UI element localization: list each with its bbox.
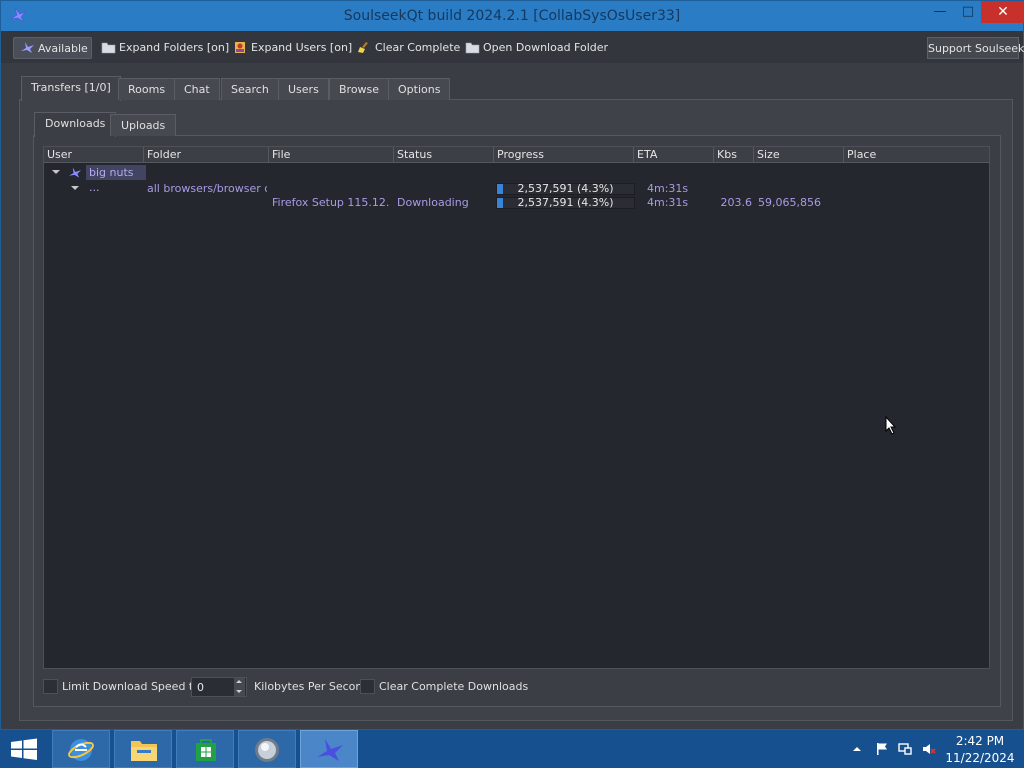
- tab-search[interactable]: Search: [221, 78, 279, 100]
- mouse-cursor-icon: [885, 416, 897, 435]
- folder-eta: 4m:31s: [647, 182, 689, 195]
- tab-rooms[interactable]: Rooms: [118, 78, 176, 100]
- clear-complete-button[interactable]: Clear Complete: [357, 37, 460, 59]
- speed-limit-spinbox[interactable]: 0: [191, 677, 247, 697]
- limit-speed-label: Limit Download Speed to: [62, 680, 200, 693]
- tab-chat[interactable]: Chat: [174, 78, 220, 100]
- file-eta: 4m:31s: [647, 196, 689, 209]
- user-name[interactable]: big nuts ...: [86, 165, 146, 194]
- taskbar-media[interactable]: [238, 730, 296, 768]
- file-kbs: 203.6: [720, 196, 753, 209]
- tab-downloads[interactable]: Downloads: [34, 112, 117, 137]
- users-icon: [235, 42, 245, 53]
- close-button[interactable]: ✕: [981, 1, 1024, 23]
- toolbar: Available Expand Folders [on] Expand Use…: [1, 31, 1024, 63]
- progress-label: 2,537,591 (4.3%): [517, 182, 614, 195]
- support-soulseek-button[interactable]: Support Soulseek!: [927, 37, 1024, 59]
- table-header: User Folder File Status Progress ETA Kbs…: [44, 147, 989, 163]
- ie-icon: [68, 739, 94, 761]
- window-title: SoulseekQt build 2024.2.1 [CollabSysOsUs…: [343, 8, 681, 24]
- volume-muted-icon[interactable]: [922, 742, 936, 756]
- spin-up-button[interactable]: [234, 678, 245, 687]
- expand-arrow[interactable]: [71, 186, 79, 190]
- column-folder[interactable]: Folder: [144, 147, 269, 163]
- column-status[interactable]: Status: [394, 147, 494, 163]
- flag-icon[interactable]: [875, 742, 889, 756]
- speed-unit-label: Kilobytes Per Second: [254, 680, 370, 693]
- limit-speed-checkbox[interactable]: [43, 679, 58, 694]
- windows-start-icon[interactable]: [0, 730, 48, 768]
- clock-time[interactable]: 2:42 PM: [955, 734, 1005, 748]
- taskbar-ie[interactable]: [52, 730, 110, 768]
- taskbar-soulseek[interactable]: [300, 730, 358, 768]
- tab-options[interactable]: Options: [388, 78, 451, 100]
- speed-limit-value: 0: [197, 681, 204, 694]
- file-progress-bar: 2,537,591 (4.3%): [496, 197, 635, 209]
- taskbar-explorer[interactable]: [114, 730, 172, 768]
- expand-users-button[interactable]: Expand Users [on]: [233, 37, 352, 59]
- download-options-bar: Limit Download Speed to 0 Kilobytes Per …: [43, 677, 990, 697]
- progress-label: 2,537,591 (4.3%): [517, 196, 614, 209]
- clear-complete-label: Clear Complete: [375, 41, 461, 54]
- column-kbs[interactable]: Kbs: [714, 147, 754, 163]
- title-bar[interactable]: SoulseekQt build 2024.2.1 [CollabSysOsUs…: [1, 1, 1024, 31]
- column-user[interactable]: User: [44, 147, 144, 163]
- clear-complete-checkbox[interactable]: [360, 679, 375, 694]
- open-download-folder-button[interactable]: Open Download Folder: [465, 37, 608, 59]
- tab-transfers[interactable]: Transfers [1/0]: [21, 76, 121, 101]
- taskbar-store[interactable]: [176, 730, 234, 768]
- store-icon: [196, 739, 216, 761]
- folder-name[interactable]: all browsers/browser c...: [147, 182, 267, 196]
- soulseek-bird-icon: [21, 42, 34, 53]
- column-place[interactable]: Place: [844, 147, 989, 163]
- folder-icon: [465, 42, 480, 54]
- clock-date[interactable]: 11/22/2024: [945, 751, 1015, 765]
- file-size: 59,065,856: [758, 196, 821, 209]
- soulseek-bird-icon: [68, 167, 82, 178]
- taskbar: 2:42 PM 11/22/2024: [0, 730, 1024, 768]
- column-file[interactable]: File: [269, 147, 394, 163]
- tab-uploads[interactable]: Uploads: [110, 114, 177, 136]
- available-label: Available: [38, 42, 88, 55]
- tab-browse[interactable]: Browse: [329, 78, 390, 100]
- file-status: Downloading: [397, 196, 469, 209]
- minimize-button[interactable]: —: [925, 1, 955, 23]
- folder-progress-bar: 2,537,591 (4.3%): [496, 183, 635, 195]
- available-button[interactable]: Available: [13, 37, 92, 59]
- maximize-button[interactable]: □: [953, 1, 983, 23]
- broom-icon: [358, 42, 368, 53]
- column-progress[interactable]: Progress: [494, 147, 634, 163]
- spin-down-button[interactable]: [234, 687, 245, 696]
- explorer-icon: [131, 741, 157, 761]
- expand-users-label: Expand Users [on]: [251, 41, 353, 54]
- file-name[interactable]: Firefox Setup 115.12. ...: [272, 196, 392, 210]
- downloads-table[interactable]: User Folder File Status Progress ETA Kbs…: [43, 146, 990, 669]
- network-icon[interactable]: [898, 742, 912, 756]
- show-hidden-icons-icon[interactable]: [852, 744, 862, 754]
- open-download-folder-label: Open Download Folder: [483, 41, 609, 54]
- clear-complete-downloads-label: Clear Complete Downloads: [379, 680, 529, 693]
- expand-folders-label: Expand Folders [on]: [119, 41, 230, 54]
- media-icon: [255, 738, 279, 762]
- folder-icon: [101, 42, 116, 54]
- expand-arrow[interactable]: [52, 170, 60, 174]
- soulseek-bird-icon: [317, 739, 343, 761]
- column-eta[interactable]: ETA: [634, 147, 714, 163]
- main-window: SoulseekQt build 2024.2.1 [CollabSysOsUs…: [0, 0, 1024, 730]
- expand-folders-button[interactable]: Expand Folders [on]: [101, 37, 229, 59]
- column-size[interactable]: Size: [754, 147, 844, 163]
- tab-users[interactable]: Users: [278, 78, 329, 100]
